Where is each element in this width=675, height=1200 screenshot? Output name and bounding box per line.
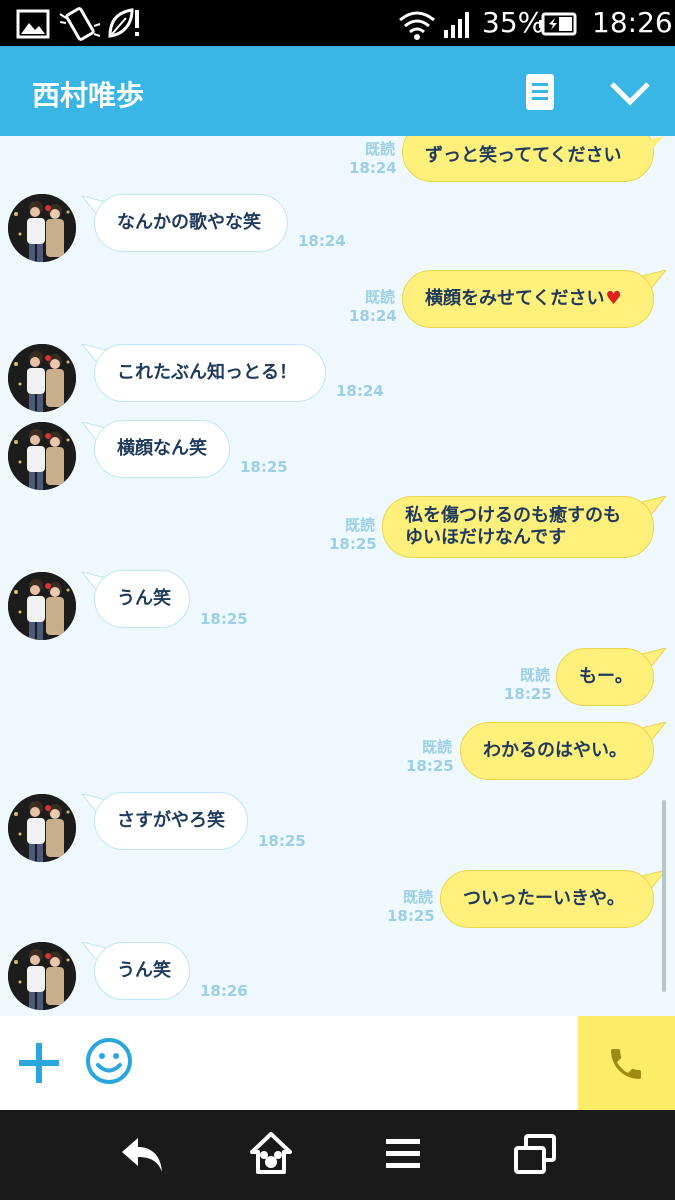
avatar[interactable] bbox=[8, 572, 76, 640]
back-icon bbox=[122, 1138, 162, 1172]
recent-apps-icon bbox=[514, 1134, 556, 1174]
heart-emoji: ♥ bbox=[605, 288, 622, 309]
collapse-button[interactable] bbox=[606, 76, 654, 110]
message-time: 18:25 bbox=[504, 685, 552, 703]
wifi-icon bbox=[399, 11, 435, 40]
avatar[interactable] bbox=[8, 344, 76, 412]
avatar[interactable] bbox=[8, 194, 76, 262]
avatar[interactable] bbox=[8, 422, 76, 490]
incoming-bubble[interactable]: うん笑 bbox=[94, 570, 190, 628]
avatar[interactable] bbox=[8, 942, 76, 1010]
outgoing-bubble[interactable]: 横顔をみせてください ♥ bbox=[402, 270, 654, 328]
bubble-tail bbox=[640, 136, 664, 154]
message-text: ついったーいきや。 bbox=[463, 888, 625, 909]
message-text: ずっと笑っててください bbox=[425, 145, 622, 166]
contact-name[interactable]: 西村唯歩 bbox=[32, 74, 144, 114]
avatar[interactable] bbox=[8, 794, 76, 862]
avatar-photo bbox=[8, 194, 76, 262]
message-text: 横顔をみせてください bbox=[425, 288, 605, 309]
message-text: うん笑 bbox=[117, 960, 171, 981]
message-time: 18:24 bbox=[349, 159, 397, 177]
outgoing-bubble[interactable]: わかるのはやい。 bbox=[460, 722, 654, 780]
status-bar: 35% 18:26 bbox=[0, 0, 675, 46]
outgoing-bubble[interactable]: ずっと笑っててください bbox=[402, 136, 654, 182]
home-button[interactable] bbox=[248, 1130, 294, 1180]
avatar-photo bbox=[8, 942, 76, 1010]
menu-icon bbox=[386, 1139, 420, 1168]
input-bar bbox=[0, 1016, 675, 1110]
message-text: これたぶん知っとる！ bbox=[117, 362, 297, 383]
chat-area[interactable]: 既読 18:24 ずっと笑っててください なんかの歌やな笑 18:24 既読 1… bbox=[0, 136, 675, 1016]
signal-icon bbox=[444, 12, 469, 38]
avatar-photo bbox=[8, 572, 76, 640]
call-button[interactable] bbox=[578, 1016, 675, 1110]
message-text: うん笑 bbox=[117, 588, 171, 609]
leaf-alert-icon bbox=[108, 8, 139, 38]
outgoing-bubble[interactable]: 私を傷つけるのも癒すのも ゆいほだけなんです bbox=[382, 496, 654, 558]
plus-icon bbox=[19, 1043, 59, 1083]
navigation-bar bbox=[0, 1110, 675, 1200]
incoming-bubble[interactable]: 横顔なん笑 bbox=[94, 420, 230, 478]
read-label: 既読 bbox=[364, 288, 395, 306]
phone-icon bbox=[611, 1049, 641, 1079]
avatar-photo bbox=[8, 794, 76, 862]
message-time: 18:24 bbox=[298, 232, 346, 250]
emoji-button[interactable] bbox=[84, 1036, 134, 1090]
back-button[interactable] bbox=[118, 1134, 166, 1180]
incoming-bubble[interactable]: さすがやろ笑 bbox=[94, 792, 248, 850]
message-time: 18:25 bbox=[258, 832, 306, 850]
avatar-photo bbox=[8, 344, 76, 412]
chat-scrollbar[interactable] bbox=[662, 800, 666, 992]
read-label: 既読 bbox=[402, 888, 433, 906]
outgoing-bubble[interactable]: もー。 bbox=[556, 648, 654, 706]
emoji-icon bbox=[86, 1038, 132, 1084]
status-time: 18:26 bbox=[592, 6, 673, 39]
message-time: 18:25 bbox=[329, 535, 377, 553]
message-time: 18:25 bbox=[200, 610, 248, 628]
home-icon bbox=[250, 1132, 292, 1174]
incoming-bubble[interactable]: なんかの歌やな笑 bbox=[94, 194, 288, 252]
gallery-icon bbox=[16, 9, 50, 39]
battery-icon bbox=[539, 12, 577, 36]
add-button[interactable] bbox=[18, 1042, 60, 1088]
notes-button[interactable] bbox=[522, 72, 558, 112]
message-text: なんかの歌やな笑 bbox=[117, 212, 261, 233]
message-line: 私を傷つけるのも癒すのも bbox=[405, 505, 621, 526]
read-label: 既読 bbox=[364, 140, 395, 158]
screen-rotate-icon bbox=[59, 7, 101, 41]
menu-button[interactable] bbox=[384, 1136, 422, 1176]
battery-percent: 35% bbox=[482, 6, 545, 39]
notes-icon bbox=[526, 74, 554, 110]
message-time: 18:25 bbox=[387, 907, 435, 925]
message-line: ゆいほだけなんです bbox=[405, 527, 567, 548]
message-text: わかるのはやい。 bbox=[483, 740, 627, 761]
incoming-bubble[interactable]: これたぶん知っとる！ bbox=[94, 344, 326, 402]
incoming-bubble[interactable]: うん笑 bbox=[94, 942, 190, 1000]
message-time: 18:26 bbox=[200, 982, 248, 1000]
message-text: もー。 bbox=[579, 666, 633, 687]
chat-header: 西村唯歩 bbox=[0, 46, 675, 136]
avatar-photo bbox=[8, 422, 76, 490]
outgoing-bubble[interactable]: ついったーいきや。 bbox=[440, 870, 654, 928]
message-time: 18:25 bbox=[406, 757, 454, 775]
message-time: 18:25 bbox=[240, 458, 288, 476]
read-label: 既読 bbox=[344, 516, 375, 534]
recent-apps-button[interactable] bbox=[512, 1132, 558, 1180]
message-time: 18:24 bbox=[336, 382, 384, 400]
message-text: 横顔なん笑 bbox=[117, 438, 207, 459]
message-text: さすがやろ笑 bbox=[117, 810, 225, 831]
read-label: 既読 bbox=[421, 738, 452, 756]
message-time: 18:24 bbox=[349, 307, 397, 325]
read-label: 既読 bbox=[519, 666, 550, 684]
chevron-down-icon bbox=[610, 82, 650, 106]
